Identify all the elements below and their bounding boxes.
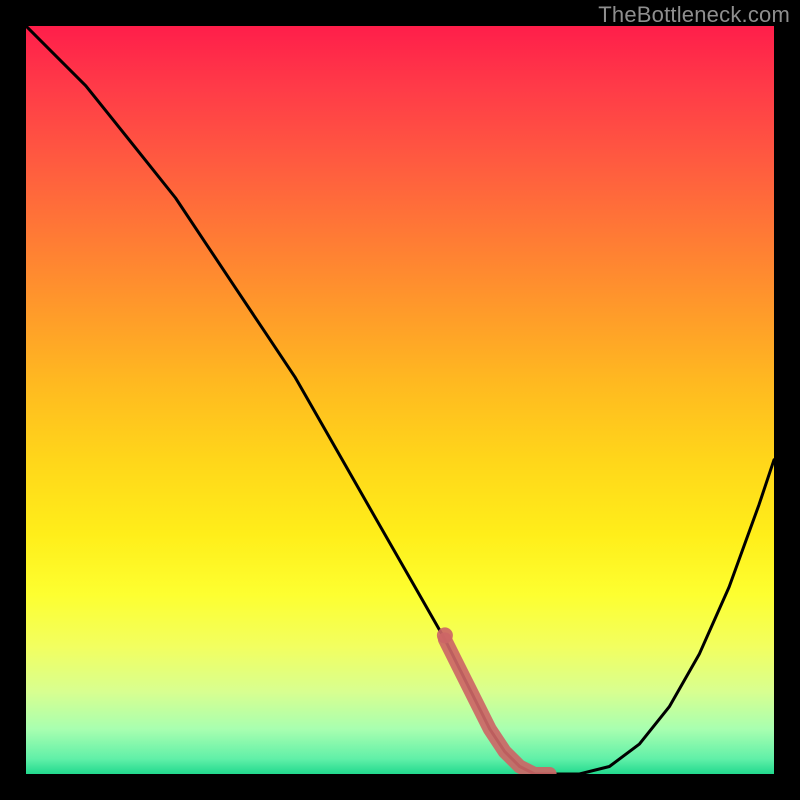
watermark-text: TheBottleneck.com: [598, 2, 790, 28]
chart-frame: TheBottleneck.com: [0, 0, 800, 800]
chart-plot-area: [26, 26, 774, 774]
highlight-band: [437, 627, 550, 774]
bottleneck-curve: [26, 26, 774, 774]
chart-svg: [26, 26, 774, 774]
